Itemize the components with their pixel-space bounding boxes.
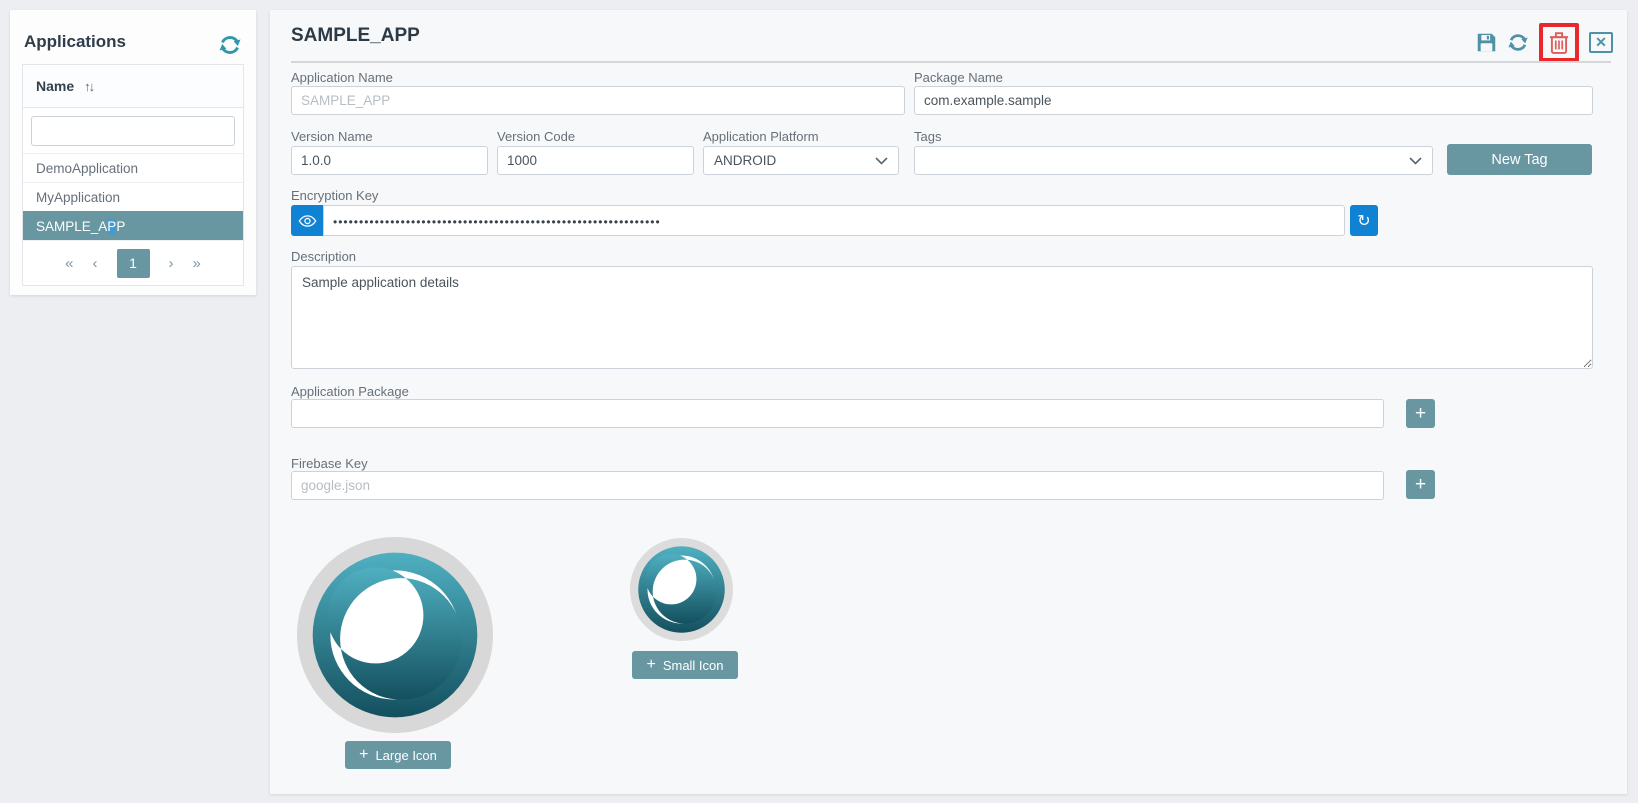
selected-row-text: SAMPLE_A — [36, 219, 107, 234]
description-label: Description — [291, 249, 356, 264]
upload-large-icon-button[interactable]: + Large Icon — [345, 741, 451, 769]
refresh-icon[interactable] — [1507, 32, 1529, 53]
upload-small-icon-button[interactable]: + Small Icon — [632, 651, 738, 679]
header-divider — [291, 61, 1611, 63]
pagination-first-button[interactable]: « — [65, 256, 73, 271]
eye-icon — [298, 215, 317, 227]
application-platform-value: ANDROID — [714, 153, 776, 168]
firebase-key-label: Firebase Key — [291, 456, 368, 471]
add-firebase-key-button[interactable]: + — [1406, 470, 1435, 499]
name-column-header: Name — [36, 78, 74, 94]
pagination-prev-button[interactable]: ‹ — [93, 256, 98, 271]
application-package-label: Application Package — [291, 384, 409, 399]
add-application-package-button[interactable]: + — [1406, 399, 1435, 428]
application-platform-select[interactable]: ANDROID — [703, 146, 899, 175]
pagination-page-1-button[interactable]: 1 — [117, 249, 150, 278]
selected-row-highlighted-char: P — [107, 219, 116, 234]
show-key-eye-button[interactable] — [291, 205, 323, 236]
selected-row-text: P — [116, 219, 125, 234]
small-icon-button-label: Small Icon — [663, 658, 724, 673]
detail-toolbar: ✕ — [1476, 24, 1613, 60]
applications-refresh-icon[interactable] — [218, 34, 242, 56]
description-textarea[interactable]: Sample application details — [291, 266, 1593, 369]
applications-filter-row — [23, 108, 243, 153]
application-package-input[interactable] — [291, 399, 1384, 428]
encryption-key-input[interactable] — [323, 205, 1345, 236]
save-icon[interactable] — [1476, 32, 1497, 53]
name-filter-input[interactable] — [31, 116, 235, 146]
regenerate-key-button[interactable]: ↻ — [1350, 205, 1378, 236]
tags-label: Tags — [914, 129, 941, 144]
version-code-input[interactable] — [497, 146, 694, 175]
page-title: SAMPLE_APP — [291, 25, 420, 47]
small-app-icon-image — [630, 538, 733, 641]
version-name-input[interactable] — [291, 146, 488, 175]
application-name-label: Application Name — [291, 70, 393, 85]
application-list-item-selected[interactable]: SAMPLE_APP — [23, 211, 243, 240]
application-platform-label: Application Platform — [703, 129, 819, 144]
plus-icon: + — [359, 746, 368, 764]
application-name-input[interactable] — [291, 86, 905, 115]
pagination: « ‹ 1 › » — [23, 240, 243, 285]
delete-trash-icon[interactable] — [1549, 31, 1569, 54]
applications-panel-title: Applications — [24, 32, 126, 52]
applications-table: Name ↑↓ DemoApplication MyApplication SA… — [22, 64, 244, 286]
version-code-label: Version Code — [497, 129, 575, 144]
large-app-icon-image — [297, 537, 493, 733]
large-icon-button-label: Large Icon — [375, 748, 436, 763]
plus-icon: + — [646, 656, 655, 674]
new-tag-button[interactable]: New Tag — [1447, 144, 1592, 175]
close-icon[interactable]: ✕ — [1589, 32, 1613, 53]
package-name-input[interactable] — [914, 86, 1593, 115]
version-name-label: Version Name — [291, 129, 373, 144]
application-list-item[interactable]: DemoApplication — [23, 153, 243, 182]
sort-icon[interactable]: ↑↓ — [84, 79, 93, 94]
application-list-item[interactable]: MyApplication — [23, 182, 243, 211]
application-detail-panel: SAMPLE_APP — [270, 10, 1627, 794]
package-name-label: Package Name — [914, 70, 1003, 85]
encryption-key-label: Encryption Key — [291, 188, 378, 203]
applications-panel: Applications Name ↑↓ DemoApplication MyA… — [10, 10, 256, 295]
delete-highlight-annotation — [1539, 23, 1579, 62]
applications-table-header: Name ↑↓ — [23, 65, 243, 108]
tags-select[interactable] — [914, 146, 1433, 175]
chevron-down-icon — [875, 157, 888, 165]
pagination-next-button[interactable]: › — [169, 256, 174, 271]
pagination-last-button[interactable]: » — [193, 256, 201, 271]
firebase-key-input[interactable] — [291, 471, 1384, 500]
reload-icon: ↻ — [1357, 211, 1370, 231]
chevron-down-icon — [1409, 157, 1422, 165]
